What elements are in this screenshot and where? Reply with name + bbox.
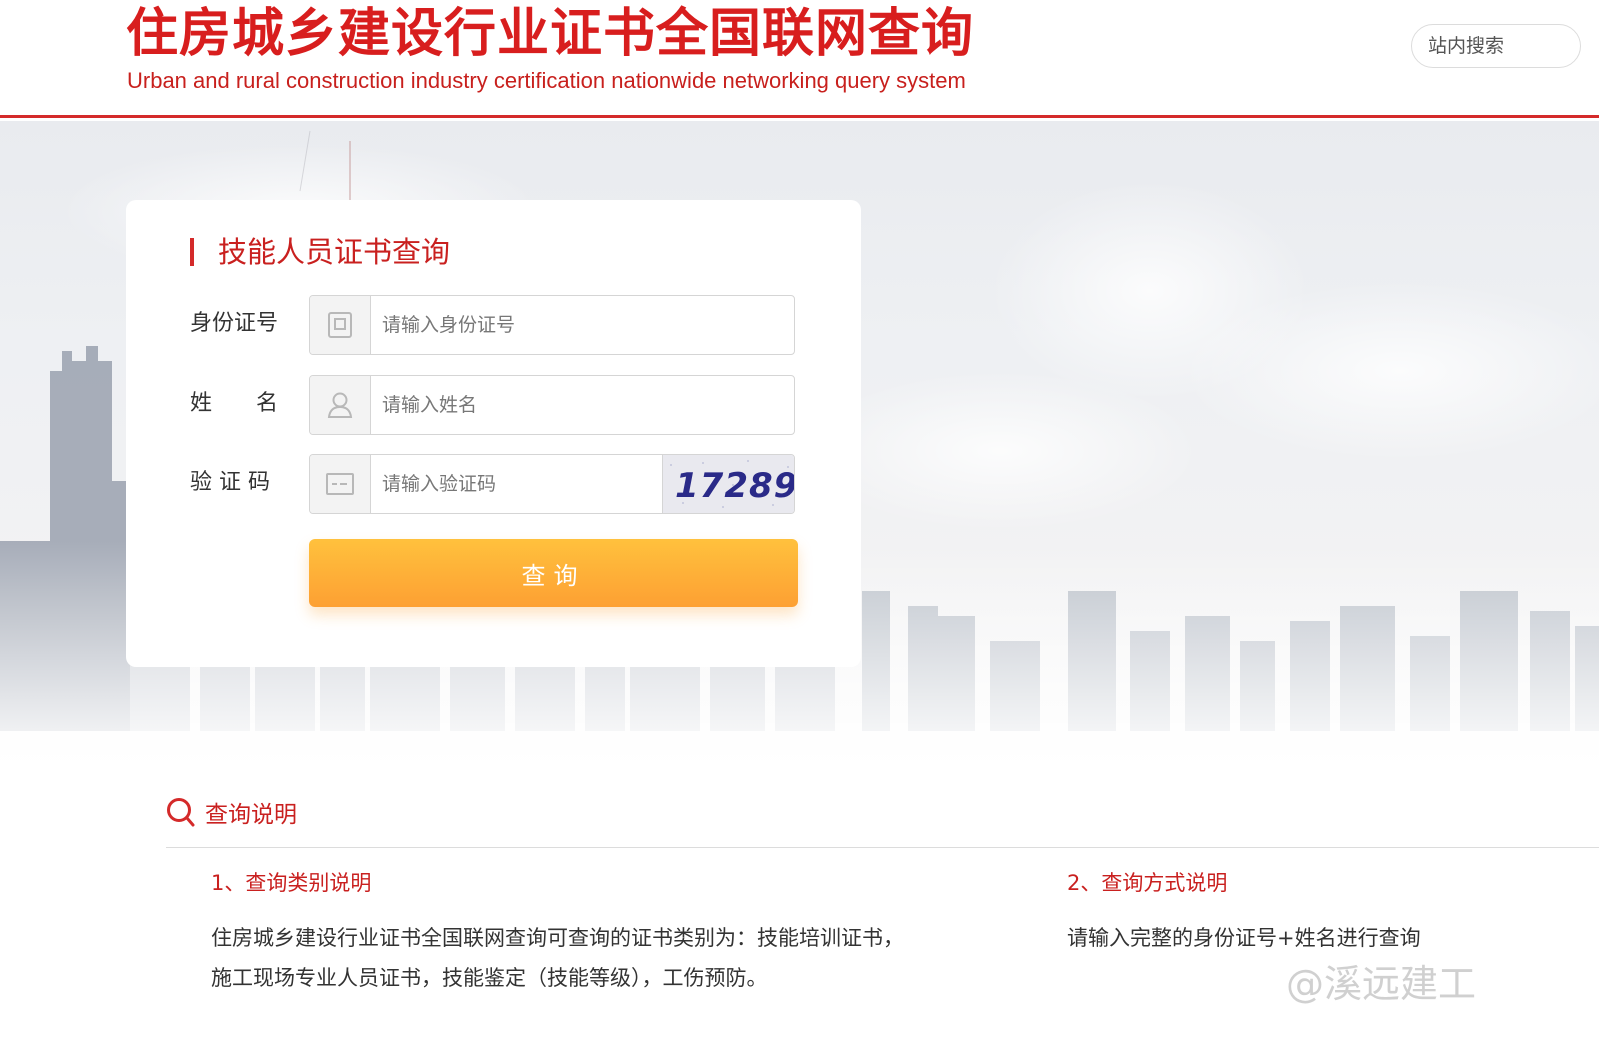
certificate-query-form: 技能人员证书查询 身份证号 姓 名 验 证 码: [126, 200, 861, 667]
method-section-body: 请输入完整的身份证号+姓名进行查询: [1067, 926, 1421, 950]
captcha-noise: 17289: [670, 460, 795, 508]
category-section-title: 1、查询类别说明: [211, 871, 372, 895]
captcha-image[interactable]: 17289: [662, 455, 795, 513]
title-accent-bar: [190, 238, 194, 266]
site-search-box[interactable]: [1411, 24, 1581, 68]
category-section-body: 住房城乡建设行业证书全国联网查询可查询的证书类别为：技能培训证书， 施工现场专业…: [211, 926, 904, 990]
captcha-field[interactable]: 17289: [309, 454, 795, 514]
watermark: @溪远建工: [1286, 962, 1477, 1006]
id-number-input[interactable]: [382, 296, 782, 354]
query-button[interactable]: 查询: [309, 539, 798, 607]
site-header: 住房城乡建设行业证书全国联网查询 Urban and rural constru…: [0, 0, 1599, 118]
name-input[interactable]: [382, 376, 782, 434]
name-field[interactable]: [309, 375, 795, 435]
captcha-label: 验 证 码: [190, 470, 270, 495]
id-card-icon: [310, 296, 371, 354]
captcha-input[interactable]: [382, 455, 652, 513]
name-label: 姓 名: [190, 391, 279, 416]
form-title: 技能人员证书查询: [218, 235, 451, 269]
captcha-text: 17289: [675, 466, 795, 506]
help-section-header: [166, 796, 196, 836]
divider: [166, 847, 1599, 848]
id-number-label: 身份证号: [190, 311, 279, 336]
captcha-icon: [310, 455, 371, 513]
search-icon: [167, 798, 195, 827]
user-icon: [310, 376, 371, 434]
site-title: 住房城乡建设行业证书全国联网查询: [126, 3, 975, 64]
site-search-input[interactable]: [1428, 25, 1578, 67]
method-section-title: 2、查询方式说明: [1067, 871, 1228, 895]
help-title: 查询说明: [205, 802, 297, 828]
site-subtitle: Urban and rural construction industry ce…: [127, 68, 966, 93]
id-number-field[interactable]: [309, 295, 795, 355]
